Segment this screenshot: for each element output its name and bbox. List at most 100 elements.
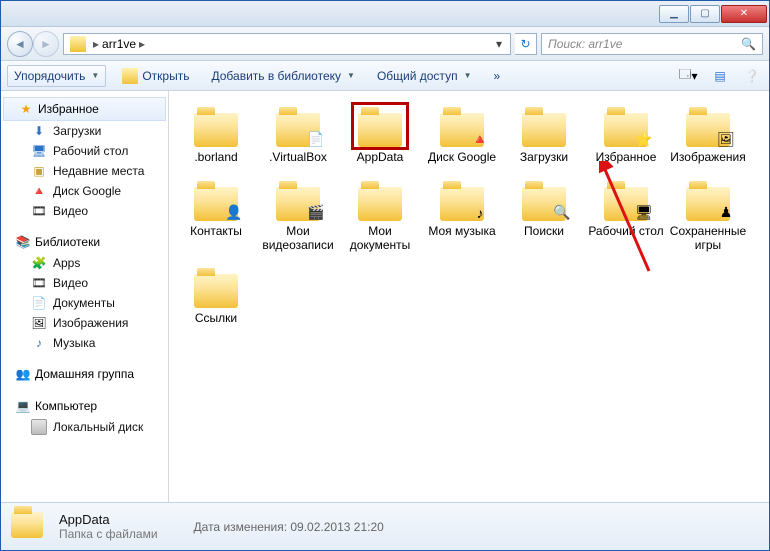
- titlebar: ▁ ▢ ✕: [1, 1, 769, 27]
- share-button[interactable]: Общий доступ▼: [371, 66, 478, 86]
- sidebar-item-label: Документы: [53, 296, 115, 310]
- folder-label: Мои документы: [341, 225, 419, 253]
- sidebar-group-label: Избранное: [38, 102, 99, 116]
- computer-icon: 💻: [15, 398, 31, 414]
- sidebar-item-localdisk[interactable]: Локальный диск: [1, 417, 168, 437]
- sidebar-item-documents[interactable]: 📄Документы: [1, 293, 168, 313]
- music-icon: ♪: [31, 335, 47, 351]
- recent-icon: ▣: [31, 163, 47, 179]
- download-icon: ⬇: [31, 123, 47, 139]
- sidebar-item-images[interactable]: 🖼Изображения: [1, 313, 168, 333]
- folder-label: Избранное: [596, 151, 657, 165]
- folder-item[interactable]: ♪ Моя музыка: [421, 175, 503, 257]
- sidebar-group-label: Библиотеки: [35, 235, 100, 249]
- folder-label: Загрузки: [520, 151, 568, 165]
- file-list-pane[interactable]: .borland📄.VirtualBoxAppData🔺Диск Google З…: [169, 91, 769, 502]
- game-icon: ♟: [716, 203, 736, 223]
- folder-item[interactable]: Ссылки: [175, 262, 257, 330]
- homegroup-icon: 👥: [15, 366, 31, 382]
- sidebar-computer-header[interactable]: 💻 Компьютер: [1, 395, 168, 417]
- addlib-label: Добавить в библиотеку: [211, 69, 341, 83]
- sidebar-item-downloads[interactable]: ⬇ Загрузки: [1, 121, 168, 141]
- search-input[interactable]: Поиск: arr1ve 🔍: [541, 33, 763, 55]
- address-bar[interactable]: ▸ arr1ve ▸ ▾: [63, 33, 511, 55]
- open-icon: [122, 68, 138, 84]
- close-button[interactable]: ✕: [721, 5, 767, 23]
- view-options-button[interactable]: 🗔▾: [677, 65, 699, 87]
- sidebar-item-desktop[interactable]: 🖥Рабочий стол: [1, 141, 168, 161]
- sidebar-item-music[interactable]: ♪ Музыка: [1, 333, 168, 353]
- explorer-window: ▁ ▢ ✕ ◄ ► ▸ arr1ve ▸ ▾ ↻ Поиск: arr1ve 🔍…: [0, 0, 770, 551]
- forward-button[interactable]: ►: [33, 31, 59, 57]
- folder-item[interactable]: .borland: [175, 101, 257, 169]
- details-mod-value: 09.02.2013 21:20: [290, 520, 383, 534]
- navbar: ◄ ► ▸ arr1ve ▸ ▾ ↻ Поиск: arr1ve 🔍: [1, 27, 769, 61]
- folder-item[interactable]: 🔍Поиски: [503, 175, 585, 257]
- folder-item[interactable]: 📄.VirtualBox: [257, 101, 339, 169]
- folder-icon: [70, 36, 86, 52]
- details-name: AppData: [59, 512, 158, 527]
- sidebar-item-label: Видео: [53, 204, 88, 218]
- desk-icon: 🖥: [634, 203, 654, 223]
- drive-icon: [31, 419, 47, 435]
- image-icon: 🖼: [716, 129, 736, 149]
- sidebar-item-label: Изображения: [53, 316, 128, 330]
- folder-item[interactable]: Мои документы: [339, 175, 421, 257]
- contact-icon: 👤: [224, 203, 244, 223]
- folder-label: Моя музыка: [428, 225, 495, 239]
- breadcrumb-sep: ▸: [139, 37, 145, 51]
- folder-item[interactable]: 👤Контакты: [175, 175, 257, 257]
- folder-item[interactable]: 🎬Мои видеозаписи: [257, 175, 339, 257]
- film-icon: 🎬: [306, 203, 326, 223]
- help-button[interactable]: ❔: [741, 65, 763, 87]
- star-icon: ★: [18, 101, 34, 117]
- sidebar-libraries-header[interactable]: 📚 Библиотеки: [1, 231, 168, 253]
- folder-item[interactable]: ♟Сохраненные игры: [667, 175, 749, 257]
- page-icon: 📄: [306, 129, 326, 149]
- content-area: ★ Избранное ⬇ Загрузки 🖥Рабочий стол ▣ Нед…: [1, 91, 769, 502]
- open-button[interactable]: Открыть: [116, 65, 195, 87]
- search-icon: 🔍: [552, 203, 572, 223]
- folder-item[interactable]: 🖥Рабочий стол: [585, 175, 667, 257]
- music-icon: ♪: [470, 203, 490, 223]
- burn-button[interactable]: »: [487, 66, 506, 86]
- sidebar-item-label: Музыка: [53, 336, 95, 350]
- folder-item[interactable]: 🔺Диск Google: [421, 101, 503, 169]
- back-button[interactable]: ◄: [7, 31, 33, 57]
- minimize-button[interactable]: ▁: [659, 5, 689, 23]
- preview-pane-button[interactable]: ▤: [709, 65, 731, 87]
- video-icon: 🎞: [31, 275, 47, 291]
- add-to-library-button[interactable]: Добавить в библиотеку▼: [205, 66, 360, 86]
- maximize-button[interactable]: ▢: [690, 5, 720, 23]
- folder-item[interactable]: ⭐Избранное: [585, 101, 667, 169]
- address-dropdown[interactable]: ▾: [490, 37, 508, 51]
- folder-label: Изображения: [670, 151, 745, 165]
- sidebar-item-googledrive[interactable]: 🔺Диск Google: [1, 181, 168, 201]
- organize-button[interactable]: Упорядочить▼: [7, 65, 106, 87]
- breadcrumb-sep: ▸: [93, 37, 99, 51]
- sidebar-item-label: Недавние места: [53, 164, 144, 178]
- sidebar-homegroup-header[interactable]: 👥 Домашняя группа: [1, 363, 168, 385]
- breadcrumb-segment[interactable]: arr1ve: [102, 37, 136, 51]
- video-icon: 🎞: [31, 203, 47, 219]
- sidebar-item-apps[interactable]: 🧩Apps: [1, 253, 168, 273]
- details-thumb: [11, 512, 47, 542]
- folder-label: Мои видеозаписи: [259, 225, 337, 253]
- library-icon: 📚: [15, 234, 31, 250]
- refresh-button[interactable]: ↻: [515, 33, 537, 55]
- details-type: Папка с файлами: [59, 527, 158, 541]
- folder-label: Сохраненные игры: [669, 225, 747, 253]
- details-pane: AppData Папка с файлами Дата изменения: …: [1, 502, 769, 550]
- sidebar-item-video[interactable]: 🎞 Видео: [1, 201, 168, 221]
- organize-label: Упорядочить: [14, 69, 85, 83]
- sidebar-item-lib-video[interactable]: 🎞Видео: [1, 273, 168, 293]
- folder-item[interactable]: AppData: [339, 101, 421, 169]
- sidebar-favorites-header[interactable]: ★ Избранное: [3, 97, 166, 121]
- sidebar-item-recent[interactable]: ▣ Недавние места: [1, 161, 168, 181]
- sidebar-item-label: Загрузки: [53, 124, 101, 138]
- sidebar-item-label: Локальный диск: [53, 420, 143, 434]
- open-label: Открыть: [142, 69, 189, 83]
- folder-item[interactable]: Загрузки: [503, 101, 585, 169]
- folder-item[interactable]: 🖼 Изображения: [667, 101, 749, 169]
- sidebar: ★ Избранное ⬇ Загрузки 🖥Рабочий стол ▣ Нед…: [1, 91, 169, 502]
